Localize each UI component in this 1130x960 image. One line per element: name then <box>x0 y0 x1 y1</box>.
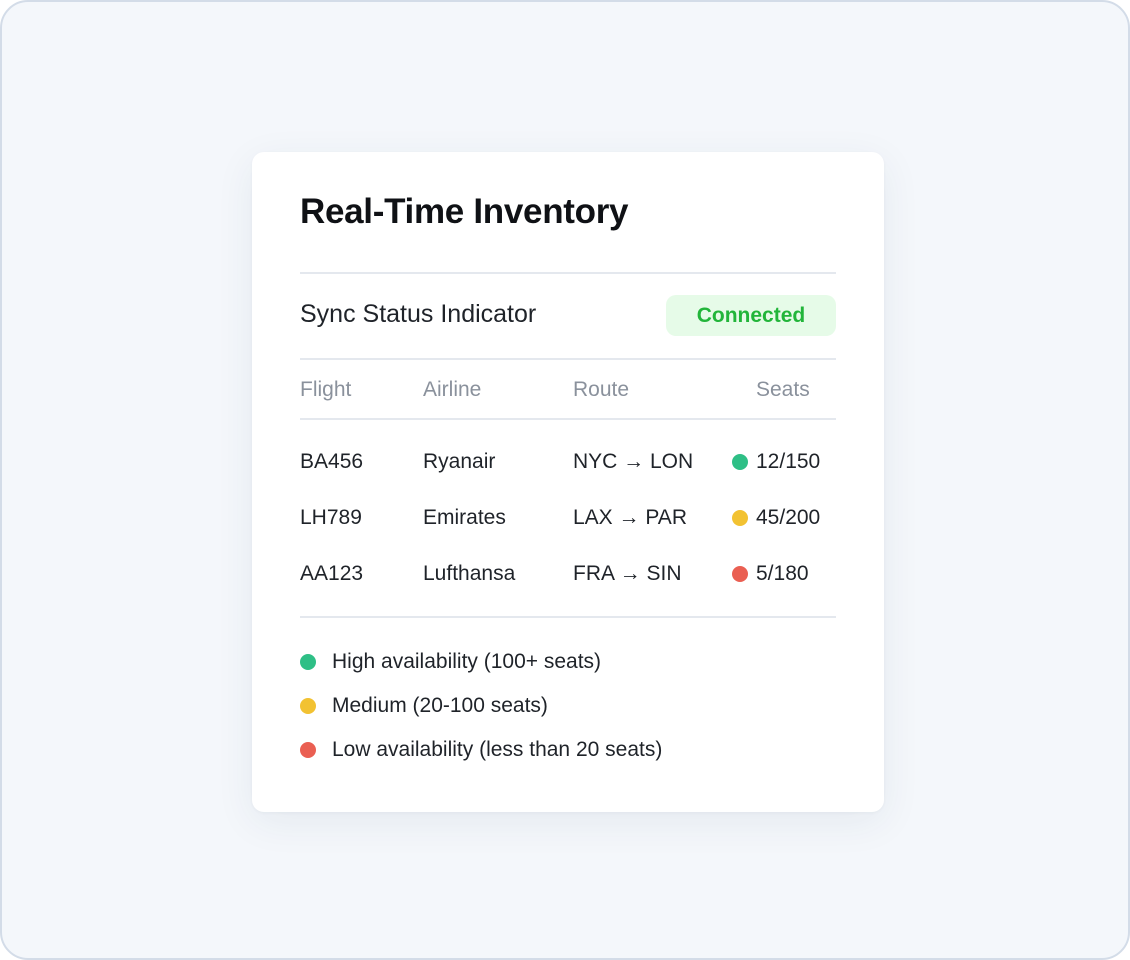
legend-item: Low availability (less than 20 seats) <box>300 735 836 765</box>
screen-frame: Real-Time Inventory Sync Status Indicato… <box>0 0 1130 960</box>
route-cell: FRA → SIN <box>573 562 682 585</box>
airline-cell: Ryanair <box>423 450 496 473</box>
divider <box>300 616 836 618</box>
table-row: AA123 Lufthansa FRA → SIN 5/180 <box>252 554 884 594</box>
legend-item: Medium (20-100 seats) <box>300 691 836 721</box>
column-header-route: Route <box>573 378 630 401</box>
inventory-card: Real-Time Inventory Sync Status Indicato… <box>252 152 884 812</box>
legend-label: Medium (20-100 seats) <box>332 694 548 717</box>
divider <box>300 358 836 360</box>
flight-cell: LH789 <box>300 506 362 529</box>
table-row: BA456 Ryanair NYC → LON 12/150 <box>252 442 884 482</box>
legend-label: Low availability (less than 20 seats) <box>332 738 663 761</box>
status-badge: Connected <box>666 295 836 336</box>
seats-cell: 5/180 <box>756 562 809 585</box>
airline-cell: Emirates <box>423 506 506 529</box>
availability-dot <box>732 566 748 582</box>
seats-cell: 45/200 <box>756 506 821 529</box>
column-header-airline: Airline <box>423 378 482 401</box>
legend-label: High availability (100+ seats) <box>332 650 602 673</box>
divider <box>300 418 836 420</box>
availability-dot <box>732 510 748 526</box>
divider <box>300 272 836 274</box>
sync-status-label: Sync Status Indicator <box>300 300 537 328</box>
legend-dot <box>300 698 316 714</box>
flight-cell: AA123 <box>300 562 364 585</box>
legend-dot <box>300 654 316 670</box>
column-header-flight: Flight <box>300 378 352 401</box>
route-cell: LAX → PAR <box>573 506 687 529</box>
card-title: Real-Time Inventory <box>300 192 629 231</box>
airline-cell: Lufthansa <box>423 562 516 585</box>
column-header-seats: Seats <box>756 378 810 401</box>
table-row: LH789 Emirates LAX → PAR 45/200 <box>252 498 884 538</box>
route-cell: NYC → LON <box>573 450 694 473</box>
legend-item: High availability (100+ seats) <box>300 647 836 677</box>
flight-cell: BA456 <box>300 450 364 473</box>
seats-cell: 12/150 <box>756 450 821 473</box>
legend-dot <box>300 742 316 758</box>
availability-dot <box>732 454 748 470</box>
